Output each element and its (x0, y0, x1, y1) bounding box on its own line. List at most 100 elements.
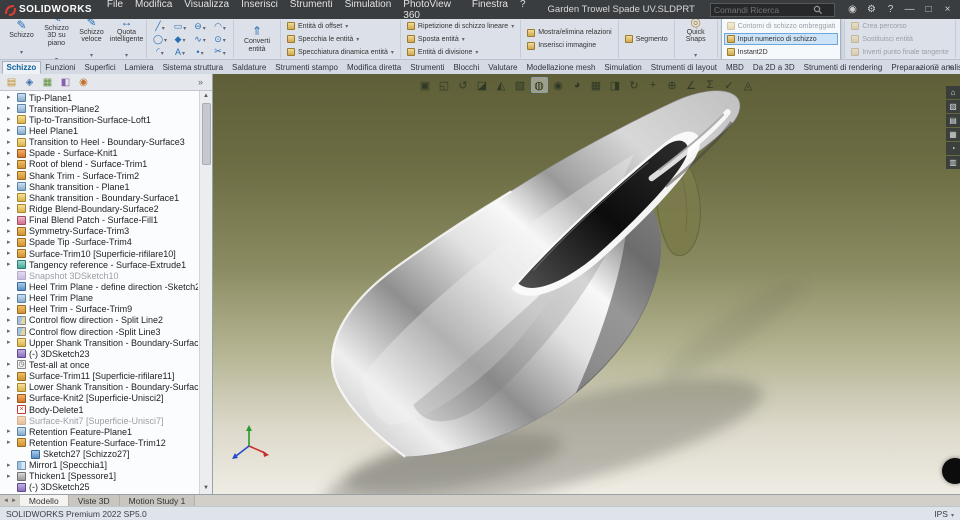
settings-gear-icon[interactable]: ⚙ (863, 2, 880, 17)
expand-arrow-icon[interactable] (7, 295, 14, 302)
expand-arrow-icon[interactable] (7, 139, 14, 146)
scroll-up-icon[interactable]: ▲ (200, 91, 212, 102)
tree-item[interactable]: Shank transition - Plane1 (0, 181, 198, 192)
expand-arrow-icon[interactable] (7, 428, 14, 435)
panel-tab-icon[interactable]: » (194, 76, 207, 89)
hud-icon[interactable]: ↻ (626, 77, 643, 93)
tree-item[interactable]: Heel Trim Plane - define direction -Sket… (0, 281, 198, 292)
document-tab[interactable]: Viste 3D (68, 495, 120, 506)
expand-arrow-icon[interactable] (7, 116, 14, 123)
ribbon-text-button[interactable]: Entità di divisione (404, 46, 517, 58)
menu-option[interactable]: Instant2D (724, 46, 839, 58)
tree-item[interactable]: Heel Trim - Surface-Trim9 (0, 304, 198, 315)
expand-arrow-icon[interactable] (7, 228, 14, 235)
expand-arrow-icon[interactable] (7, 205, 14, 212)
expand-arrow-icon[interactable] (7, 328, 14, 335)
hud-icon[interactable]: ◍ (530, 77, 548, 93)
hud-icon[interactable]: ∠ (683, 77, 700, 93)
tree-item[interactable]: Tip-Plane1 (0, 92, 198, 103)
sketch-entity-button[interactable]: ╱ (150, 20, 170, 33)
command-tab[interactable]: Modellazione mesh (522, 61, 600, 74)
hud-icon[interactable]: ↺ (455, 77, 472, 93)
tree-item[interactable]: Ridge Blend-Boundary-Surface2 (0, 203, 198, 214)
sketch-entity-button[interactable]: ∿ (190, 33, 210, 46)
panel-tab-icon[interactable]: ◉ (77, 76, 90, 89)
sketch-entity-button[interactable]: ▭ (170, 20, 190, 33)
tree-item[interactable]: Shank Trim - Surface-Trim2 (0, 170, 198, 181)
ribbon-text-button[interactable]: Sostituisci entità (848, 33, 951, 45)
ribbon-text-button[interactable]: Entità di offset (284, 20, 397, 32)
tree-item[interactable]: Surface-Trim10 [Superficie-rifilare10] (0, 248, 198, 259)
command-tab[interactable]: Lamiera (120, 61, 158, 74)
side-tool-icon[interactable]: ◔ (946, 142, 960, 155)
expand-arrow-icon[interactable] (7, 127, 14, 134)
side-tool-icon[interactable]: ▦ (946, 128, 960, 141)
tree-item[interactable]: Body-Delete1 (0, 404, 198, 415)
expand-arrow-icon[interactable] (7, 161, 14, 168)
command-tab[interactable]: Strumenti (406, 61, 449, 74)
expand-arrow-icon[interactable] (7, 150, 14, 157)
ribbon-big-button[interactable]: ✎ Schizzo veloce (75, 19, 108, 58)
tree-item[interactable]: Surface-Trim11 [Superficie-rifilare11] (0, 371, 198, 382)
doc-restore-button[interactable]: □ (928, 60, 943, 73)
hud-icon[interactable]: ◪ (474, 77, 491, 93)
expand-arrow-icon[interactable] (7, 217, 14, 224)
command-tab[interactable]: Strumenti di rendering (799, 61, 887, 74)
hud-icon[interactable]: ◭ (493, 77, 510, 93)
sketch-entity-button[interactable]: ◆ (170, 33, 190, 46)
tree-item[interactable]: Heel Trim Plane (0, 293, 198, 304)
user-account-icon[interactable]: ◉ (844, 2, 861, 17)
tree-item[interactable]: Root of blend - Surface-Trim1 (0, 159, 198, 170)
expand-arrow-icon[interactable] (7, 172, 14, 179)
tree-item[interactable]: Upper Shank Transition - Boundary-Surfac… (0, 337, 198, 348)
command-tab[interactable]: Simulation (600, 61, 646, 74)
sketch-entity-button[interactable]: ◠ (210, 20, 230, 33)
expand-arrow-icon[interactable] (7, 194, 14, 201)
expand-arrow-icon[interactable] (7, 306, 14, 313)
tree-item[interactable]: Heel Plane1 (0, 125, 198, 136)
hud-icon[interactable]: ▧ (512, 77, 529, 93)
expand-arrow-icon[interactable] (7, 384, 14, 391)
tree-item[interactable]: (-) 3DSketch23 (0, 348, 198, 359)
expand-arrow-icon[interactable] (7, 439, 14, 446)
tree-item[interactable]: Final Blend Patch - Surface-Fill1 (0, 215, 198, 226)
tree-item[interactable]: Transition-Plane2 (0, 103, 198, 114)
maximize-button[interactable]: □ (920, 2, 937, 17)
command-tab[interactable]: Da 2D a 3D (748, 61, 799, 74)
tab-scroll-right-icon[interactable] (11, 498, 17, 504)
expand-arrow-icon[interactable] (7, 261, 14, 268)
tree-item[interactable]: Control flow direction -Split Line3 (0, 326, 198, 337)
side-tool-icon[interactable]: ▤ (946, 114, 960, 127)
search-input[interactable] (713, 4, 810, 15)
panel-tab-icon[interactable]: ◈ (23, 76, 36, 89)
side-tool-icon[interactable]: ⌂ (946, 86, 960, 99)
panel-tab-icon[interactable]: ▦ (41, 76, 54, 89)
tree-scrollbar[interactable]: ▲ ▼ (199, 91, 212, 494)
convert-entities-button[interactable]: ⇑ Converti entità (237, 20, 277, 58)
expand-arrow-icon[interactable] (7, 361, 14, 368)
minimize-button[interactable]: — (901, 2, 918, 17)
unit-system[interactable]: IPS (934, 509, 948, 519)
expand-arrow-icon[interactable] (7, 317, 14, 324)
tree-item[interactable]: Tangency reference - Surface-Extrude1 (0, 259, 198, 270)
expand-arrow-icon[interactable] (7, 94, 14, 101)
hud-icon[interactable]: ▦ (588, 77, 605, 93)
command-tab[interactable]: Funzioni (41, 61, 80, 74)
tree-item[interactable]: Mirror1 [Specchia1] (0, 460, 198, 471)
expand-arrow-icon[interactable] (7, 105, 14, 112)
tree-item[interactable]: Transition to Heel - Boundary-Surface3 (0, 137, 198, 148)
hud-icon[interactable]: ◱ (436, 77, 453, 93)
menu-option[interactable]: Contorni di schizzo ombreggiati (724, 20, 839, 32)
tree-item[interactable]: Retention Feature-Plane1 (0, 426, 198, 437)
document-tab[interactable]: Motion Study 1 (119, 495, 196, 506)
expand-arrow-icon[interactable] (7, 250, 14, 257)
tree-item[interactable]: Sketch27 [Schizzo27] (0, 449, 198, 460)
tree-item[interactable]: Lower Shank Transition - Boundary-Surfac… (0, 382, 198, 393)
scroll-down-icon[interactable]: ▼ (200, 483, 212, 494)
command-tab[interactable]: Schizzo (2, 61, 41, 74)
hud-icon[interactable]: ⊕ (664, 77, 681, 93)
tree-item[interactable]: Tip-to-Transition-Surface-Loft1 (0, 114, 198, 125)
tree-item[interactable]: Test-all at once (0, 359, 198, 370)
tree-item[interactable]: Spade Tip -Surface-Trim4 (0, 237, 198, 248)
ribbon-text-button[interactable]: Ripetizione di schizzo lineare (404, 20, 517, 32)
